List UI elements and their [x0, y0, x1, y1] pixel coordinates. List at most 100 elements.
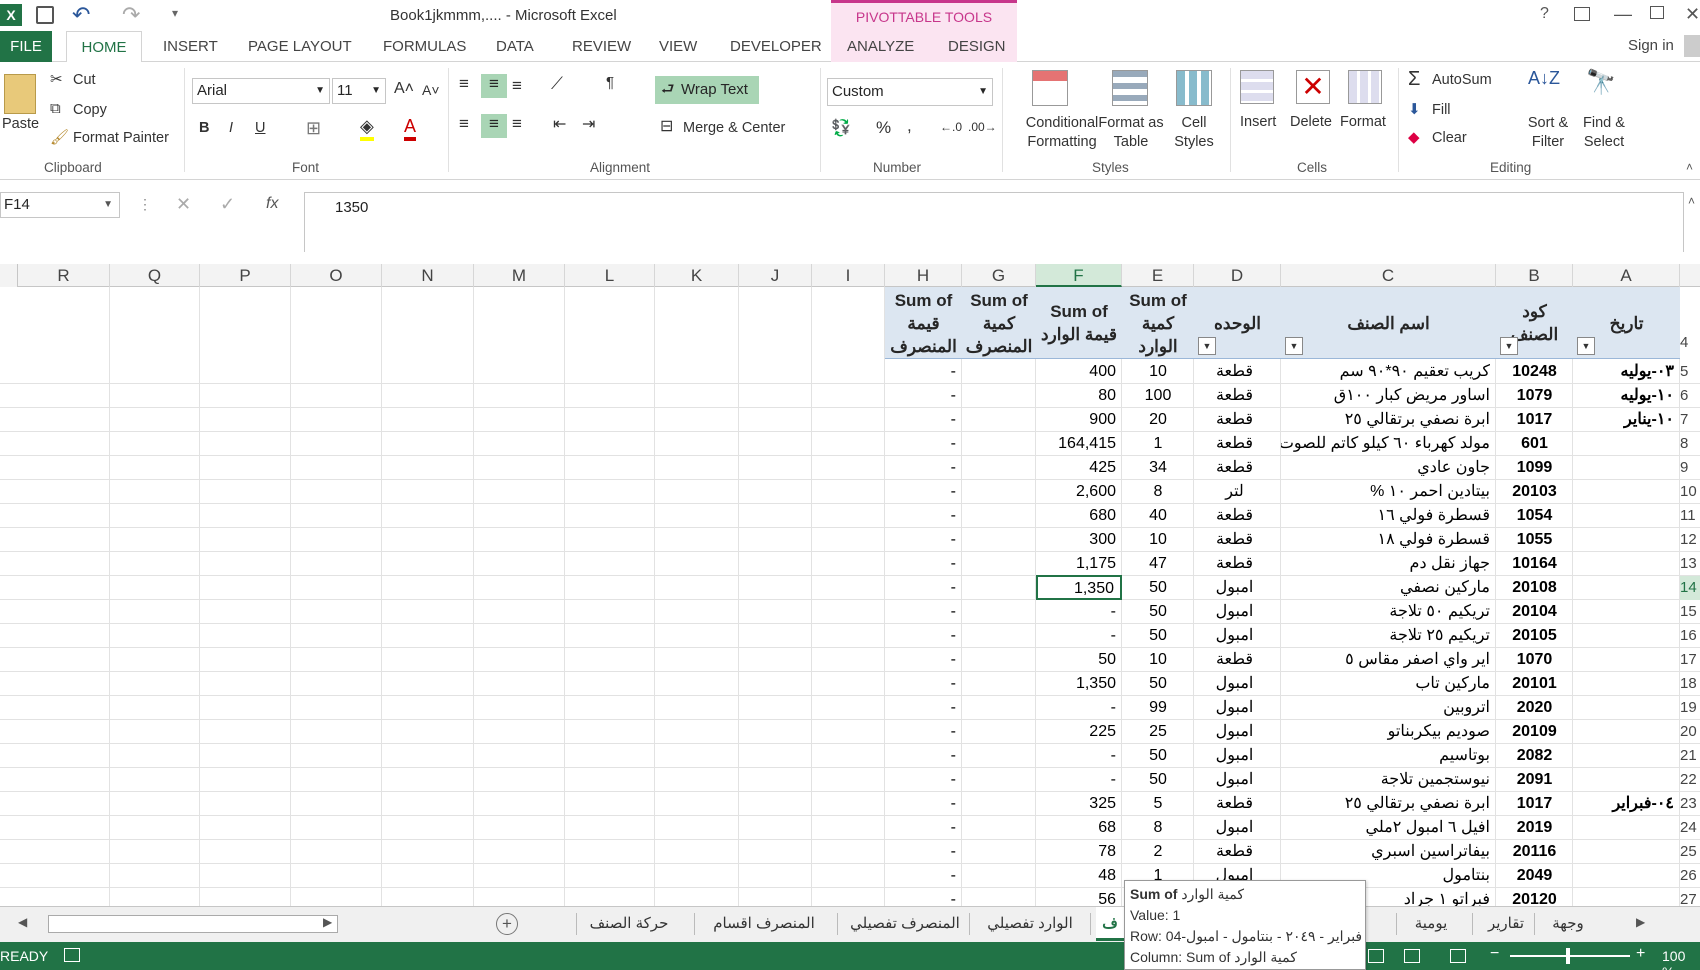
- cell-in-value[interactable]: -: [1036, 624, 1122, 648]
- zoom-in-icon[interactable]: +: [1636, 945, 1645, 963]
- cell-item-name[interactable]: تريكيم ٢٥ تلاجة: [1281, 624, 1496, 648]
- copy-button[interactable]: Copy: [73, 102, 107, 118]
- cell-in-value[interactable]: 48: [1036, 864, 1122, 888]
- cell-item-code[interactable]: 20108: [1496, 576, 1573, 600]
- cell-date[interactable]: [1573, 744, 1680, 768]
- cell-item-name[interactable]: كريب تعقيم ٩٠*٩٠ سم: [1281, 360, 1496, 384]
- cell-in-qty[interactable]: 8: [1122, 480, 1194, 504]
- row-header[interactable]: 26: [1680, 864, 1700, 888]
- cell-out-value[interactable]: -: [885, 768, 962, 792]
- wrap-text-button[interactable]: ⮐ Wrap Text: [655, 76, 759, 104]
- row-header[interactable]: 10: [1680, 480, 1700, 504]
- undo-icon[interactable]: ↶: [72, 2, 90, 28]
- cell-unit[interactable]: لتر: [1194, 480, 1281, 504]
- sort-filter-button[interactable]: Sort & Filter: [1520, 114, 1576, 152]
- cell-item-code[interactable]: 601: [1496, 432, 1573, 456]
- delete-cells-icon[interactable]: ✕: [1296, 70, 1330, 104]
- cell-out-value[interactable]: -: [885, 456, 962, 480]
- cell-unit[interactable]: قطعة: [1194, 528, 1281, 552]
- sheet-tab[interactable]: الوارد تفصيلي: [975, 907, 1085, 941]
- row-header[interactable]: 21: [1680, 744, 1700, 768]
- cell-in-value[interactable]: 1,350: [1036, 672, 1122, 696]
- cell-date[interactable]: ٠٤-فبراير: [1573, 792, 1680, 816]
- name-box[interactable]: F14 ▼: [0, 192, 120, 218]
- scroll-right-icon[interactable]: ▶: [323, 915, 332, 929]
- cell-item-code[interactable]: 20101: [1496, 672, 1573, 696]
- align-left-icon[interactable]: ≡: [459, 114, 469, 134]
- cell-date[interactable]: [1573, 504, 1680, 528]
- cell-in-qty[interactable]: 50: [1122, 672, 1194, 696]
- cell-unit[interactable]: قطعة: [1194, 456, 1281, 480]
- font-size-select[interactable]: 11 ▼: [332, 78, 386, 104]
- row-header[interactable]: 9: [1680, 456, 1700, 480]
- cell-item-code[interactable]: 1070: [1496, 648, 1573, 672]
- cell-item-code[interactable]: 20105: [1496, 624, 1573, 648]
- column-header-i[interactable]: I: [812, 264, 885, 287]
- column-header-n[interactable]: N: [382, 264, 474, 287]
- column-header-c[interactable]: C: [1281, 264, 1496, 287]
- zoom-slider-thumb[interactable]: [1566, 948, 1570, 964]
- redo-icon[interactable]: ↷: [122, 2, 140, 28]
- cell-item-code[interactable]: 10164: [1496, 552, 1573, 576]
- scroll-left-icon[interactable]: ◀: [18, 915, 27, 929]
- increase-indent-icon[interactable]: ⇥: [582, 114, 595, 134]
- cell-in-value[interactable]: 1,350: [1036, 575, 1122, 600]
- column-header-p[interactable]: P: [200, 264, 291, 287]
- cell-item-code[interactable]: 20104: [1496, 600, 1573, 624]
- tab-data[interactable]: DATA: [496, 38, 534, 55]
- sign-in-link[interactable]: Sign in: [1628, 37, 1674, 54]
- copy-icon[interactable]: ⧉: [50, 100, 61, 117]
- format-cells-icon[interactable]: [1348, 70, 1382, 104]
- cell-item-name[interactable]: قسطرة فولي ١٦: [1281, 504, 1496, 528]
- row-header-4[interactable]: 4: [1680, 334, 1688, 351]
- save-icon[interactable]: [36, 6, 54, 24]
- row-header[interactable]: 12: [1680, 528, 1700, 552]
- cell-item-name[interactable]: بيتادين احمر ١٠ %: [1281, 480, 1496, 504]
- cell-date[interactable]: [1573, 576, 1680, 600]
- fill-icon[interactable]: ⬇: [1408, 100, 1421, 118]
- cell-in-qty[interactable]: 2: [1122, 840, 1194, 864]
- row-header[interactable]: 16: [1680, 624, 1700, 648]
- row-header[interactable]: 18: [1680, 672, 1700, 696]
- tab-insert[interactable]: INSERT: [163, 38, 218, 55]
- cell-in-value[interactable]: 50: [1036, 648, 1122, 672]
- tab-formulas[interactable]: FORMULAS: [383, 38, 466, 55]
- cell-in-qty[interactable]: 50: [1122, 768, 1194, 792]
- expand-formula-icon[interactable]: ˄: [1688, 194, 1695, 208]
- autosum-icon[interactable]: Σ: [1408, 68, 1420, 91]
- cell-item-name[interactable]: ماركين تاب: [1281, 672, 1496, 696]
- column-header-o[interactable]: O: [291, 264, 382, 287]
- font-name-select[interactable]: Arial ▼: [192, 78, 330, 104]
- align-center-icon[interactable]: ≡: [481, 114, 507, 138]
- sheet-tab[interactable]: المنصرف تفصيلي: [843, 907, 967, 941]
- cell-date[interactable]: ١٠-يوليه: [1573, 384, 1680, 408]
- row-header[interactable]: 19: [1680, 696, 1700, 720]
- add-sheet-icon[interactable]: +: [496, 913, 518, 935]
- cell-item-name[interactable]: بيفاتراسين اسبري: [1281, 840, 1496, 864]
- cell-in-qty[interactable]: 50: [1122, 600, 1194, 624]
- tab-file[interactable]: FILE: [0, 31, 52, 62]
- cell-unit[interactable]: قطعة: [1194, 360, 1281, 384]
- cell-in-qty[interactable]: 20: [1122, 408, 1194, 432]
- align-middle-icon[interactable]: ≡: [481, 74, 507, 98]
- fill-button[interactable]: Fill: [1432, 102, 1451, 118]
- tab-review[interactable]: REVIEW: [572, 38, 631, 55]
- cell-item-code[interactable]: 2019: [1496, 816, 1573, 840]
- zoom-slider[interactable]: [1510, 955, 1630, 957]
- tab-view[interactable]: VIEW: [659, 38, 697, 55]
- restore-icon[interactable]: [1650, 6, 1664, 19]
- column-header-d[interactable]: D: [1194, 264, 1281, 287]
- horizontal-scrollbar[interactable]: [48, 915, 338, 933]
- merge-center-button[interactable]: Merge & Center: [683, 120, 785, 136]
- borders-icon[interactable]: ⊞: [306, 118, 321, 139]
- column-header-g[interactable]: G: [962, 264, 1036, 287]
- column-header-f[interactable]: F: [1036, 264, 1122, 287]
- sheet-tab[interactable]: وجهة: [1540, 907, 1596, 941]
- cell-unit[interactable]: امبول: [1194, 672, 1281, 696]
- cell-date[interactable]: [1573, 720, 1680, 744]
- formula-input[interactable]: 1350: [304, 192, 1684, 252]
- sheet-tab[interactable]: ف: [1096, 907, 1124, 941]
- cell-in-value[interactable]: 68: [1036, 816, 1122, 840]
- cell-date[interactable]: [1573, 888, 1680, 906]
- cell-item-name[interactable]: افيل ٦ امبول ٢ملي: [1281, 816, 1496, 840]
